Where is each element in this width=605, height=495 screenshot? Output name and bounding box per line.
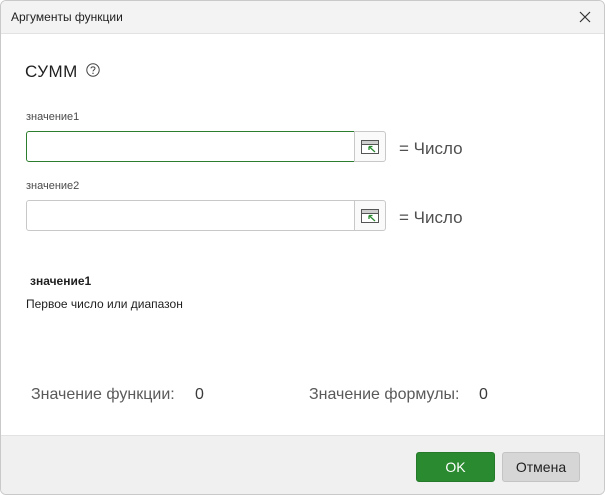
- argument-input-1[interactable]: [26, 131, 356, 162]
- close-icon: [579, 11, 591, 23]
- function-name: СУММ: [25, 62, 78, 81]
- argument-row-1: [26, 131, 386, 162]
- title-bar: Аргументы функции: [1, 1, 604, 34]
- close-button[interactable]: [574, 6, 596, 28]
- question-circle-icon[interactable]: [86, 63, 100, 77]
- ok-button[interactable]: OK: [416, 452, 495, 482]
- argument-label-2: значение2: [26, 180, 80, 192]
- function-value: 0: [195, 386, 204, 403]
- description-argument-name: значение1: [30, 274, 92, 288]
- argument-result-2: = Число: [399, 208, 463, 227]
- formula-value: 0: [479, 386, 488, 403]
- formula-value-label: Значение формулы:: [309, 386, 460, 403]
- description-text: Первое число или диапазон: [26, 297, 183, 311]
- range-select-icon: [361, 208, 379, 223]
- range-select-button-2[interactable]: [354, 200, 386, 231]
- range-select-icon: [361, 139, 379, 154]
- argument-label-1: значение1: [26, 111, 80, 123]
- argument-input-2[interactable]: [26, 200, 356, 231]
- function-arguments-dialog: Аргументы функции СУММ значение1 = Число…: [0, 0, 605, 495]
- function-value-label: Значение функции:: [31, 386, 175, 403]
- argument-result-1: = Число: [399, 139, 463, 158]
- argument-row-2: [26, 200, 386, 231]
- range-select-button-1[interactable]: [354, 131, 386, 162]
- cancel-button[interactable]: Отмена: [502, 452, 580, 482]
- window-title: Аргументы функции: [11, 10, 123, 24]
- dialog-footer: OK Отмена: [1, 435, 604, 494]
